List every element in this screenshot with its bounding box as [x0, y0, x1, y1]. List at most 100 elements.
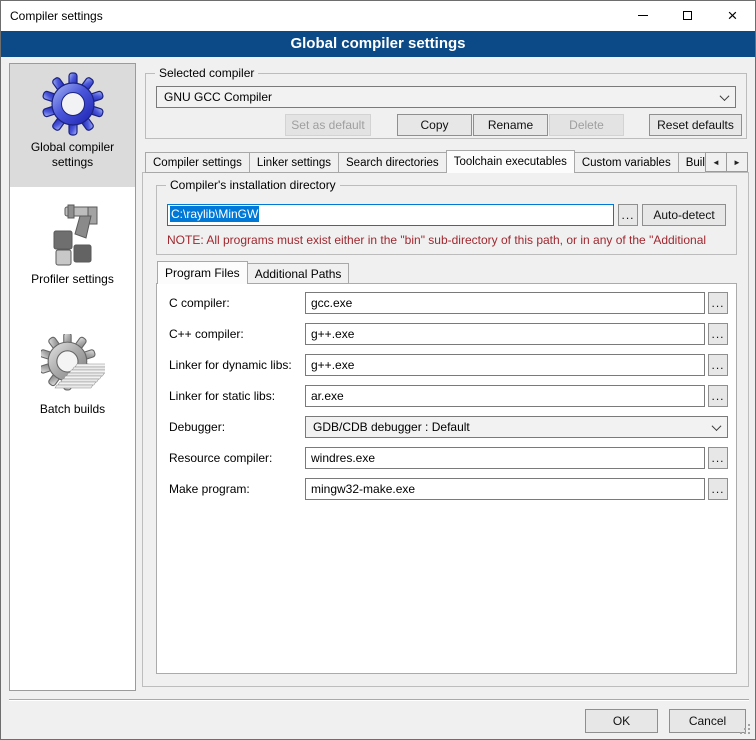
- sidebar-item-batch-builds[interactable]: Batch builds: [10, 326, 135, 438]
- field-label: Linker for dynamic libs:: [169, 358, 292, 372]
- installation-directory-row: C:\raylib\MinGW ... Auto-detect: [167, 204, 726, 226]
- dynamic-linker-input[interactable]: [305, 354, 705, 376]
- tab-label: Additional Paths: [255, 267, 342, 281]
- tab-linker-settings[interactable]: Linker settings: [249, 152, 339, 173]
- installation-directory-group: Compiler's installation directory C:\ray…: [156, 185, 737, 255]
- toolchain-fields: C compiler: ... C++ compiler: ... Linker…: [169, 292, 728, 509]
- tab-toolchain-executables[interactable]: Toolchain executables: [446, 150, 575, 173]
- sidebar-item-label: Batch builds: [10, 402, 135, 417]
- browse-cpp-compiler-button[interactable]: ...: [708, 323, 728, 345]
- window-title: Compiler settings: [10, 9, 103, 23]
- tab-label: Build options: [686, 157, 705, 169]
- field-row-static-linker: Linker for static libs: ...: [169, 385, 728, 407]
- button-label: Auto-detect: [653, 208, 714, 222]
- sidebar-item-global-compiler-settings[interactable]: Global compiler settings: [10, 64, 135, 187]
- tab-program-files[interactable]: Program Files: [157, 261, 248, 284]
- title-bar: Compiler settings ×: [1, 1, 755, 31]
- tab-scroll-right-button[interactable]: ►: [726, 152, 748, 172]
- field-label: Linker for static libs:: [169, 389, 275, 403]
- close-button[interactable]: ×: [710, 1, 755, 30]
- delete-button: Delete: [549, 114, 624, 136]
- gray-gear-stack-icon: [41, 334, 105, 398]
- tab-label: Toolchain executables: [454, 156, 567, 168]
- group-label: Compiler's installation directory: [166, 178, 340, 192]
- field-label: Debugger:: [169, 420, 225, 434]
- tab-custom-variables[interactable]: Custom variables: [574, 152, 679, 173]
- tab-label: Program Files: [165, 266, 240, 280]
- tab-label: Compiler settings: [153, 157, 242, 169]
- caliper-profiler-icon: [41, 204, 105, 268]
- button-label: ...: [711, 451, 724, 465]
- toolchain-executables-page: Compiler's installation directory C:\ray…: [142, 172, 749, 687]
- browse-c-compiler-button[interactable]: ...: [708, 292, 728, 314]
- reset-defaults-button[interactable]: Reset defaults: [649, 114, 742, 136]
- ok-button[interactable]: OK: [585, 709, 658, 733]
- tab-scroll-arrows: ◄ ►: [705, 152, 747, 172]
- tab-label: Custom variables: [582, 157, 671, 169]
- tab-additional-paths[interactable]: Additional Paths: [247, 263, 350, 284]
- button-label: Cancel: [689, 714, 726, 728]
- maximize-button[interactable]: [665, 1, 710, 30]
- debugger-select[interactable]: GDB/CDB debugger : Default: [305, 416, 728, 438]
- copy-button[interactable]: Copy: [397, 114, 472, 136]
- button-label: Copy: [420, 118, 448, 132]
- field-label: C++ compiler:: [169, 327, 244, 341]
- static-linker-input[interactable]: [305, 385, 705, 407]
- button-label: ...: [711, 389, 724, 403]
- button-label: ...: [711, 358, 724, 372]
- field-row-make-program: Make program: ...: [169, 478, 728, 500]
- selected-compiler-group: Selected compiler GNU GCC Compiler Set a…: [145, 73, 747, 139]
- program-files-page: C compiler: ... C++ compiler: ... Linker…: [156, 283, 737, 674]
- minimize-icon: [638, 15, 648, 16]
- browse-resource-compiler-button[interactable]: ...: [708, 447, 728, 469]
- tab-search-directories[interactable]: Search directories: [338, 152, 447, 173]
- rename-button[interactable]: Rename: [473, 114, 548, 136]
- field-label: Make program:: [169, 482, 250, 496]
- button-label: ...: [711, 482, 724, 496]
- resource-compiler-input[interactable]: [305, 447, 705, 469]
- arrow-right-icon: ►: [733, 158, 741, 167]
- settings-tab-strip: Compiler settings Linker settings Search…: [145, 150, 705, 173]
- minimize-button[interactable]: [620, 1, 665, 30]
- browse-dynamic-linker-button[interactable]: ...: [708, 354, 728, 376]
- close-icon: ×: [728, 6, 738, 26]
- compiler-select-value: GNU GCC Compiler: [164, 90, 272, 104]
- set-as-default-button: Set as default: [285, 114, 371, 136]
- field-label: C compiler:: [169, 296, 230, 310]
- button-label: Delete: [569, 118, 604, 132]
- tab-scroll-left-button[interactable]: ◄: [705, 152, 727, 172]
- button-label: Reset defaults: [657, 118, 734, 132]
- tab-compiler-settings[interactable]: Compiler settings: [145, 152, 250, 173]
- browse-directory-button[interactable]: ...: [618, 204, 638, 226]
- compiler-select[interactable]: GNU GCC Compiler: [156, 86, 736, 108]
- program-files-tab-strip: Program Files Additional Paths: [157, 261, 348, 284]
- maximize-icon: [683, 11, 692, 20]
- field-row-dynamic-linker: Linker for dynamic libs: ...: [169, 354, 728, 376]
- field-row-resource-compiler: Resource compiler: ...: [169, 447, 728, 469]
- tab-build-options[interactable]: Build options: [678, 152, 705, 173]
- button-label: ...: [711, 327, 724, 341]
- resize-grip[interactable]: [740, 732, 742, 734]
- button-label: OK: [613, 714, 630, 728]
- chevron-down-icon: [720, 91, 730, 101]
- field-label: Resource compiler:: [169, 451, 272, 465]
- button-label: Rename: [488, 118, 533, 132]
- page-title-banner: Global compiler settings: [1, 31, 755, 57]
- button-label: ...: [621, 208, 634, 222]
- sidebar-item-profiler-settings[interactable]: Profiler settings: [10, 196, 135, 308]
- tab-label: Search directories: [346, 157, 439, 169]
- debugger-select-value: GDB/CDB debugger : Default: [313, 420, 470, 434]
- auto-detect-button[interactable]: Auto-detect: [642, 204, 726, 226]
- note-text: NOTE: All programs must exist either in …: [167, 233, 733, 247]
- field-row-c-compiler: C compiler: ...: [169, 292, 728, 314]
- cpp-compiler-input[interactable]: [305, 323, 705, 345]
- c-compiler-input[interactable]: [305, 292, 705, 314]
- page-title: Global compiler settings: [290, 35, 465, 52]
- make-program-input[interactable]: [305, 478, 705, 500]
- browse-static-linker-button[interactable]: ...: [708, 385, 728, 407]
- cancel-button[interactable]: Cancel: [669, 709, 746, 733]
- installation-directory-input[interactable]: C:\raylib\MinGW: [167, 204, 614, 226]
- browse-make-program-button[interactable]: ...: [708, 478, 728, 500]
- chevron-down-icon: [712, 421, 722, 431]
- sidebar-item-label: Profiler settings: [10, 272, 135, 287]
